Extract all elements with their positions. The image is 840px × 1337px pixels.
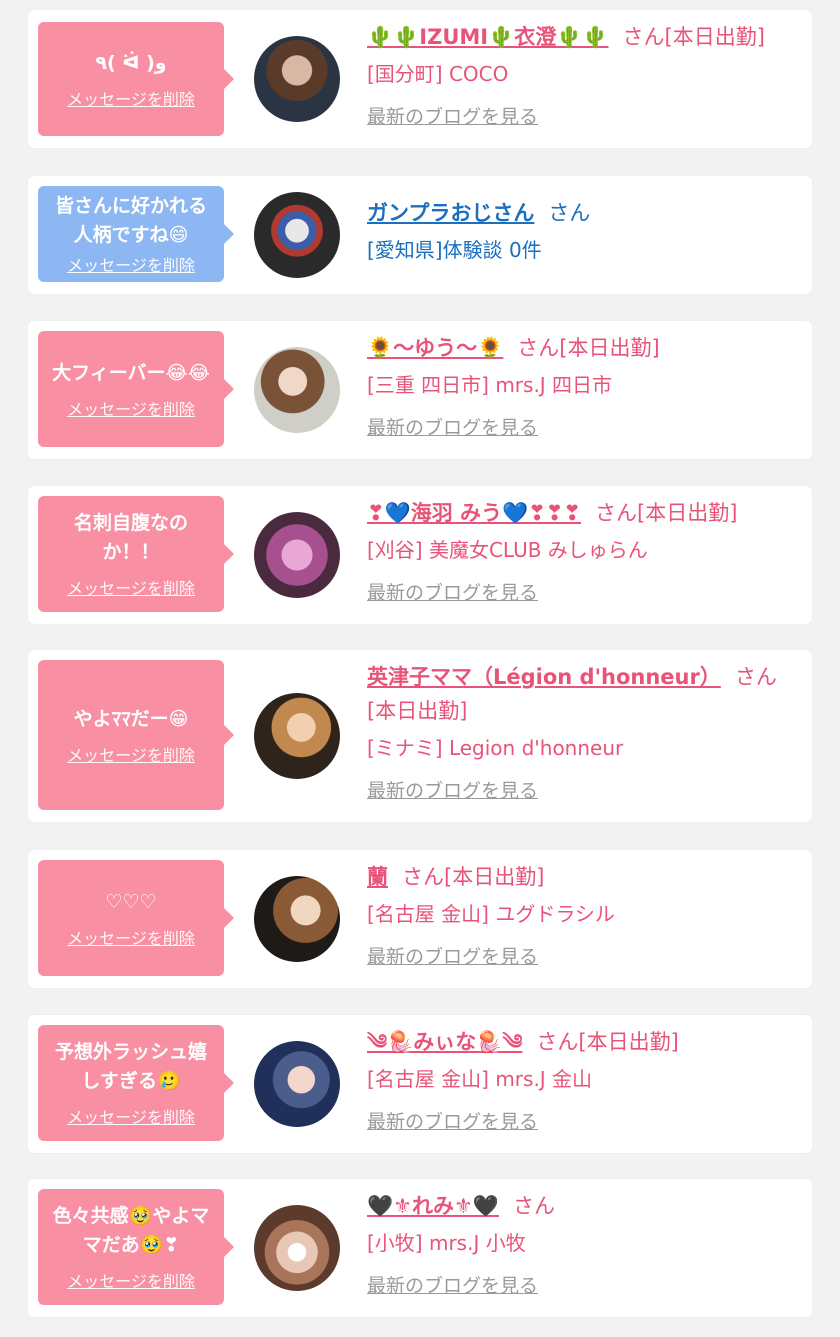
profile-name-link[interactable]: 🖤⚜れみ⚜🖤 — [367, 1194, 499, 1218]
profile-suffix: さん — [512, 1194, 555, 1218]
message-text: 色々共感🥹やよママだあ🥹❣ — [52, 1205, 210, 1256]
message-bubble: やよﾏﾏだー😁 メッセージを削除 — [38, 660, 234, 810]
delete-message-link[interactable]: メッセージを削除 — [67, 1104, 195, 1128]
avatar[interactable] — [254, 1205, 340, 1291]
message-list: ٩( ᐛ )و メッセージを削除 🌵🌵IZUMI🌵衣澄🌵🌵 さん[本日出勤] [国… — [0, 0, 840, 1337]
shop-label: [名古屋 金山] mrs.J 金山 — [367, 1067, 593, 1091]
shop-label: [名古屋 金山] ユグドラシル — [367, 902, 615, 926]
profile-suffix: さん[本日出勤] — [517, 336, 660, 360]
profile-info: ガンプラおじさん さん [愛知県]体験談 0件 — [367, 196, 794, 268]
profile-name-link[interactable]: ༄🪼みぃな🪼༄ — [367, 1030, 522, 1054]
latest-blog-link[interactable]: 最新のブログを見る — [367, 1109, 538, 1135]
latest-blog-link[interactable]: 最新のブログを見る — [367, 580, 538, 606]
avatar[interactable] — [254, 876, 340, 962]
delete-message-link[interactable]: メッセージを削除 — [67, 1268, 195, 1292]
message-text: 大フィーバー😂😂 — [52, 361, 210, 384]
profile-info: 🌵🌵IZUMI🌵衣澄🌵🌵 さん[本日出勤] [国分町] COCO 最新のブログを見… — [367, 20, 794, 130]
message-card: 皆さんに好かれる人柄ですね😄 メッセージを削除 ガンプラおじさん さん [愛知県]… — [28, 176, 812, 294]
message-text: 皆さんに好かれる人柄ですね😄 — [54, 195, 207, 246]
message-bubble: 皆さんに好かれる人柄ですね😄 メッセージを削除 — [38, 186, 234, 282]
delete-message-link[interactable]: メッセージを削除 — [67, 742, 195, 766]
profile-suffix: さん[本日出勤] — [595, 501, 738, 525]
profile-info: ❣💙海羽 みう💙❣❣❣ さん[本日出勤] [刈谷] 美魔女CLUB みしゅらん 最… — [367, 496, 794, 606]
profile-suffix: さん[本日出勤] — [622, 25, 765, 49]
profile-name-link[interactable]: ❣💙海羽 みう💙❣❣❣ — [367, 501, 581, 525]
message-text: やよﾏﾏだー😁 — [73, 707, 189, 730]
latest-blog-link[interactable]: 最新のブログを見る — [367, 415, 538, 441]
shop-label: [愛知県]体験談 0件 — [367, 238, 542, 262]
message-text: 名刺自腹なのか！！ — [73, 512, 188, 563]
avatar[interactable] — [254, 347, 340, 433]
latest-blog-link[interactable]: 最新のブログを見る — [367, 1273, 538, 1299]
avatar[interactable] — [254, 693, 340, 779]
delete-message-link[interactable]: メッセージを削除 — [67, 575, 195, 599]
latest-blog-link[interactable]: 最新のブログを見る — [367, 778, 538, 804]
profile-suffix: さん[本日出勤] — [402, 865, 545, 889]
shop-label: [ミナミ] Legion d'honneur — [367, 736, 624, 760]
message-card: 予想外ラッシュ嬉しすぎる🥲 メッセージを削除 ༄🪼みぃな🪼༄ さん[本日出勤] [… — [28, 1015, 812, 1153]
profile-name-link[interactable]: 🌵🌵IZUMI🌵衣澄🌵🌵 — [367, 25, 609, 49]
shop-label: [刈谷] 美魔女CLUB みしゅらん — [367, 538, 648, 562]
profile-suffix: さん[本日出勤] — [536, 1030, 679, 1054]
message-card: ٩( ᐛ )و メッセージを削除 🌵🌵IZUMI🌵衣澄🌵🌵 さん[本日出勤] [国… — [28, 10, 812, 148]
profile-info: 蘭さん[本日出勤] [名古屋 金山] ユグドラシル 最新のブログを見る — [367, 860, 794, 970]
delete-message-link[interactable]: メッセージを削除 — [67, 925, 195, 949]
message-text: ♡♡♡ — [105, 890, 157, 913]
message-bubble: ♡♡♡ メッセージを削除 — [38, 860, 234, 976]
shop-label: [国分町] COCO — [367, 62, 509, 86]
delete-message-link[interactable]: メッセージを削除 — [67, 252, 195, 276]
delete-message-link[interactable]: メッセージを削除 — [67, 86, 195, 110]
avatar[interactable] — [254, 1041, 340, 1127]
profile-info: 英津子ママ（Légion d'honneur） さん[本日出勤] [ミナミ] Le… — [367, 660, 794, 804]
avatar[interactable] — [254, 512, 340, 598]
message-card: 大フィーバー😂😂 メッセージを削除 🌻〜ゆう〜🌻 さん[本日出勤] [三重 四日市… — [28, 321, 812, 459]
profile-info: 🖤⚜れみ⚜🖤 さん [小牧] mrs.J 小牧 最新のブログを見る — [367, 1189, 794, 1299]
latest-blog-link[interactable]: 最新のブログを見る — [367, 104, 538, 130]
latest-blog-link[interactable]: 最新のブログを見る — [367, 944, 538, 970]
message-bubble: 大フィーバー😂😂 メッセージを削除 — [38, 331, 234, 447]
message-bubble: 名刺自腹なのか！！ メッセージを削除 — [38, 496, 234, 612]
message-bubble: 色々共感🥹やよママだあ🥹❣ メッセージを削除 — [38, 1189, 234, 1305]
message-text: 予想外ラッシュ嬉しすぎる🥲 — [54, 1041, 207, 1092]
profile-suffix: さん — [548, 201, 591, 225]
message-card: 色々共感🥹やよママだあ🥹❣ メッセージを削除 🖤⚜れみ⚜🖤 さん [小牧] mrs… — [28, 1179, 812, 1317]
message-card: ♡♡♡ メッセージを削除 蘭さん[本日出勤] [名古屋 金山] ユグドラシル 最… — [28, 850, 812, 988]
profile-name-link[interactable]: 蘭 — [367, 865, 388, 889]
message-bubble: 予想外ラッシュ嬉しすぎる🥲 メッセージを削除 — [38, 1025, 234, 1141]
delete-message-link[interactable]: メッセージを削除 — [67, 396, 195, 420]
message-text: ٩( ᐛ )و — [95, 51, 167, 74]
avatar[interactable] — [254, 192, 340, 278]
profile-name-link[interactable]: ガンプラおじさん — [367, 201, 534, 225]
message-card: やよﾏﾏだー😁 メッセージを削除 英津子ママ（Légion d'honneur）… — [28, 650, 812, 822]
profile-info: 🌻〜ゆう〜🌻 さん[本日出勤] [三重 四日市] mrs.J 四日市 最新のブログ… — [367, 331, 794, 441]
shop-label: [三重 四日市] mrs.J 四日市 — [367, 373, 613, 397]
message-bubble: ٩( ᐛ )و メッセージを削除 — [38, 22, 234, 136]
avatar[interactable] — [254, 36, 340, 122]
profile-name-link[interactable]: 🌻〜ゆう〜🌻 — [367, 336, 503, 360]
message-card: 名刺自腹なのか！！ メッセージを削除 ❣💙海羽 みう💙❣❣❣ さん[本日出勤] [… — [28, 486, 812, 624]
profile-name-link[interactable]: 英津子ママ（Légion d'honneur） — [367, 665, 721, 689]
profile-info: ༄🪼みぃな🪼༄ さん[本日出勤] [名古屋 金山] mrs.J 金山 最新のブログ… — [367, 1025, 794, 1135]
shop-label: [小牧] mrs.J 小牧 — [367, 1231, 526, 1255]
